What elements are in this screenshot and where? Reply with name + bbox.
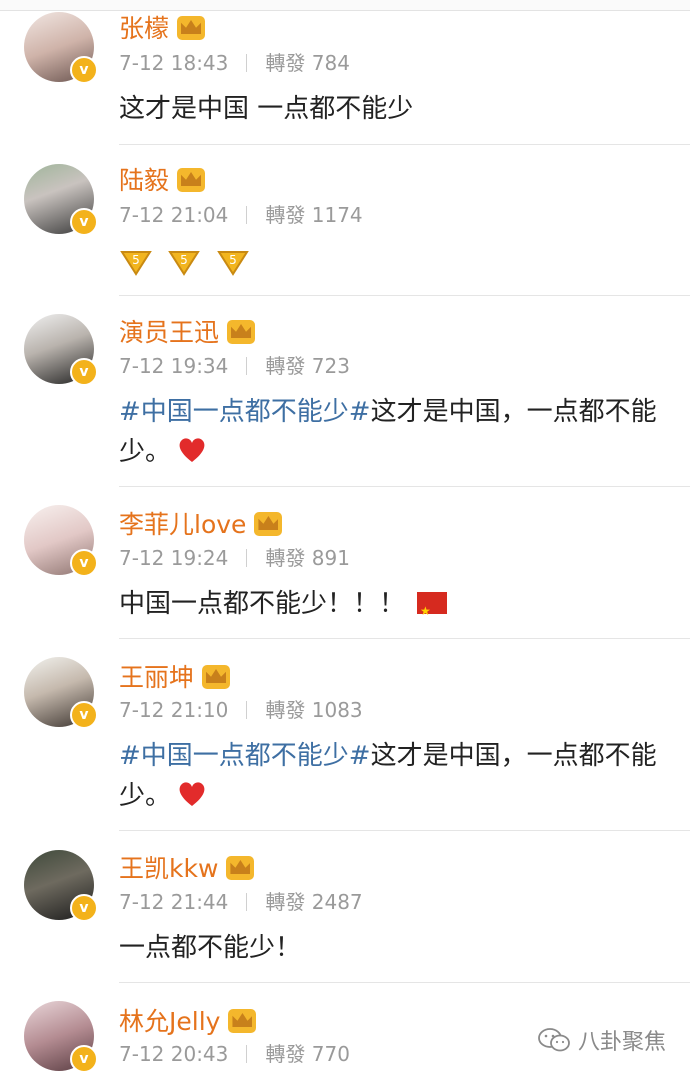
hashtag-link[interactable]: #中国一点都不能少# [119, 741, 371, 771]
watermark: 八卦聚焦 [538, 1024, 666, 1056]
divider [119, 144, 690, 145]
post-meta: 7-12 18:43 轉發 784 [119, 50, 350, 76]
crown-badge-icon [177, 16, 206, 40]
divider [119, 830, 690, 831]
top-edge [0, 0, 690, 11]
svg-text:5: 5 [132, 253, 140, 267]
post-time: 7-12 21:44 [119, 890, 229, 914]
post-text: #中国一点都不能少#这才是中国，一点都不能少。 [119, 397, 657, 467]
verified-badge-icon: v [70, 1045, 98, 1073]
coin-emoji-icon: 5 [168, 250, 201, 276]
post-time: 7-12 21:04 [119, 203, 229, 227]
hashtag-link[interactable]: #中国一点都不能少# [119, 397, 371, 427]
post-meta: 7-12 21:04 轉發 1174 [119, 202, 363, 228]
crown-badge-icon [226, 856, 255, 880]
post-time: 7-12 19:34 [119, 354, 229, 378]
post-text: 一点都不能少！ [119, 933, 302, 963]
user-name[interactable]: 王凯kkw [119, 854, 255, 884]
post-meta: 7-12 21:44 轉發 2487 [119, 889, 363, 915]
avatar[interactable]: v [24, 850, 98, 922]
post-time: 7-12 21:10 [119, 698, 229, 722]
coin-emoji-icon: 5 [216, 250, 249, 276]
repost-label[interactable]: 轉發 [265, 51, 305, 75]
post-text: 这才是中国 一点都不能少 [119, 94, 414, 124]
repost-label[interactable]: 轉發 [265, 203, 305, 227]
divider [119, 982, 690, 983]
crown-badge-icon [177, 168, 206, 192]
svg-text:5: 5 [229, 253, 237, 267]
user-name[interactable]: 林允Jelly [119, 1007, 257, 1037]
post-meta: 7-12 19:24 轉發 891 [119, 545, 350, 571]
repost-label[interactable]: 轉發 [265, 1042, 305, 1066]
repost-count: 1174 [311, 203, 363, 227]
repost-label[interactable]: 轉發 [265, 890, 305, 914]
repost-count: 784 [311, 51, 350, 75]
verified-badge-icon: v [70, 56, 98, 84]
repost-label[interactable]: 轉發 [265, 546, 305, 570]
user-name[interactable]: 李菲儿love [119, 510, 283, 540]
post-time: 7-12 18:43 [119, 51, 229, 75]
verified-badge-icon: v [70, 549, 98, 577]
avatar[interactable]: v [24, 657, 98, 729]
repost-count: 770 [311, 1042, 350, 1066]
avatar[interactable]: v [24, 314, 98, 386]
divider [119, 638, 690, 639]
verified-badge-icon: v [70, 894, 98, 922]
post-text: #中国一点都不能少#这才是中国，一点都不能少。 [119, 741, 657, 811]
avatar[interactable]: v [24, 164, 98, 236]
repost-label[interactable]: 轉發 [265, 698, 305, 722]
heart-emoji-icon [179, 782, 205, 806]
china-flag-emoji-icon [417, 591, 448, 631]
watermark-text: 八卦聚焦 [577, 1030, 666, 1055]
post-text: 中国一点都不能少！！！ [119, 584, 664, 631]
user-name[interactable]: 演员王迅 [119, 318, 256, 348]
repost-count: 891 [311, 546, 350, 570]
post-meta: 7-12 20:43 轉發 770 [119, 1041, 350, 1067]
crown-badge-icon [202, 665, 231, 689]
post-meta: 7-12 19:34 轉發 723 [119, 353, 350, 379]
coin-emoji-icon: 5 [120, 250, 152, 276]
post-meta: 7-12 21:10 轉發 1083 [119, 697, 363, 723]
verified-badge-icon: v [70, 208, 98, 236]
avatar[interactable]: v [24, 505, 98, 577]
svg-text:5: 5 [180, 253, 188, 267]
user-name[interactable]: 陆毅 [119, 166, 206, 196]
user-name[interactable]: 王丽坤 [119, 663, 231, 693]
post-time: 7-12 20:43 [119, 1042, 229, 1066]
repost-count: 2487 [311, 890, 363, 914]
repost-count: 1083 [311, 698, 363, 722]
divider [119, 295, 690, 296]
post-time: 7-12 19:24 [119, 546, 229, 570]
crown-badge-icon [227, 320, 256, 344]
verified-badge-icon: v [70, 358, 98, 386]
verified-badge-icon: v [70, 701, 98, 729]
avatar[interactable]: v [24, 1001, 98, 1073]
repost-label[interactable]: 轉發 [265, 354, 305, 378]
crown-badge-icon [228, 1009, 257, 1033]
avatar[interactable]: v [24, 12, 98, 84]
wechat-logo-icon [538, 1028, 570, 1052]
crown-badge-icon [254, 512, 283, 536]
user-name[interactable]: 张檬 [119, 14, 206, 44]
repost-count: 723 [311, 354, 350, 378]
heart-emoji-icon [179, 438, 205, 462]
post-emoji-row: 5 5 5 [119, 240, 664, 280]
divider [119, 486, 690, 487]
